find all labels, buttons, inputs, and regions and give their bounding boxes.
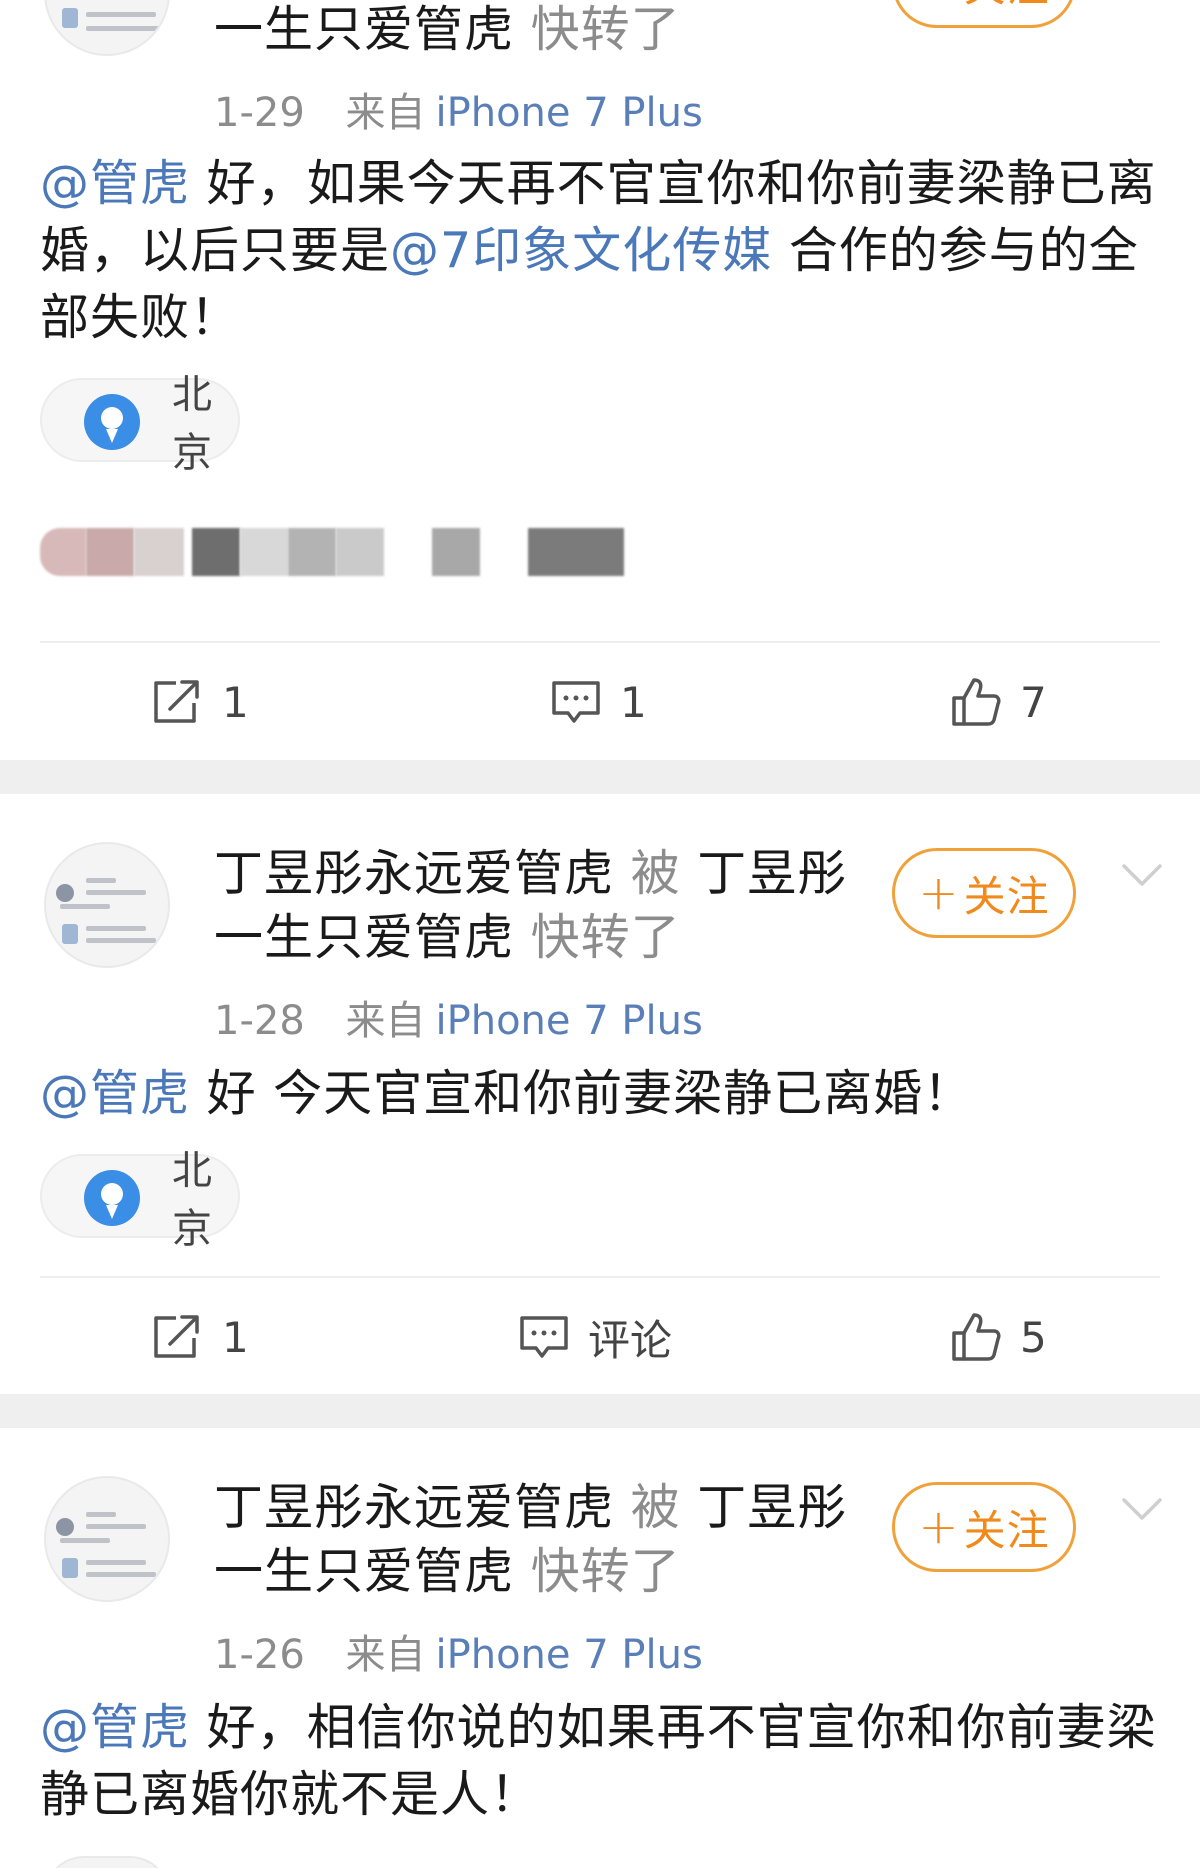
original-author-name-cont[interactable]: 一生只爱管虎	[214, 1543, 514, 1600]
post-text: @管虎 好，相信你说的如果再不官宣你和你前妻梁静已离婚你就不是人！	[40, 1699, 1157, 1823]
mention-link[interactable]: @管虎	[40, 155, 190, 212]
action-bar: 1 评论 5	[0, 1287, 1200, 1387]
like-icon	[952, 1313, 1001, 1361]
blurred-content	[40, 484, 1170, 604]
repost-action-text: 快转了	[530, 1543, 681, 1600]
device-link[interactable]: iPhone 7 Plus	[436, 998, 703, 1044]
repost-names-line-1: 丁昱彤永远爱管虎 被 丁昱彤	[214, 845, 848, 902]
original-author-name[interactable]: 丁昱彤	[697, 845, 847, 902]
post-card-1: 一生只爱管虎 快转了 + 关注 1-29 来自iPhone 7 Plus @管虎…	[0, 0, 1200, 760]
original-author-name[interactable]: 丁昱彤	[697, 1479, 847, 1536]
post-meta: 1-26 来自 iPhone 7 Plus	[214, 1622, 703, 1680]
mention-link[interactable]: @管虎	[40, 1699, 190, 1756]
location-pin-icon	[84, 394, 140, 450]
post-meta: 1-29 来自 iPhone 7 Plus	[214, 80, 703, 138]
repost-button[interactable]: 1	[150, 652, 249, 752]
reposter-name[interactable]: 一生只爱管虎	[214, 1, 514, 58]
location-pin-icon	[84, 1170, 140, 1226]
source-prefix: 来自	[345, 1632, 426, 1678]
follow-button[interactable]: + 关注	[892, 848, 1076, 938]
chevron-down-icon[interactable]	[1120, 854, 1164, 898]
post-date: 1-28	[214, 998, 305, 1044]
mention-link[interactable]: @管虎	[40, 1065, 190, 1122]
comment-button[interactable]: 1	[550, 652, 647, 752]
avatar[interactable]	[44, 0, 170, 56]
repost-names-line-2: 一生只爱管虎 快转了	[214, 1540, 681, 1604]
plus-icon: +	[918, 865, 960, 921]
reposter-name[interactable]: 丁昱彤永远爱管虎	[214, 845, 614, 902]
repost-names-line-1: 丁昱彤永远爱管虎 被 丁昱彤	[214, 1479, 848, 1536]
divider	[40, 1276, 1160, 1278]
reposter-name[interactable]: 丁昱彤永远爱管虎	[214, 1479, 614, 1536]
original-author-name-cont[interactable]: 一生只爱管虎	[214, 909, 514, 966]
chevron-down-icon[interactable]	[1120, 1488, 1164, 1532]
post-text: @管虎 好 今天官宣和你前妻梁静已离婚！	[40, 1065, 974, 1122]
repost-names-line-2: 一生只爱管虎 快转了	[214, 0, 681, 62]
mention-link[interactable]: @7印象文化传媒	[390, 222, 772, 279]
device-link[interactable]: iPhone 7 Plus	[436, 90, 703, 136]
device-link[interactable]: iPhone 7 Plus	[436, 1632, 703, 1678]
repost-icon	[154, 680, 199, 723]
repost-button[interactable]: 1	[150, 1287, 249, 1387]
repost-icon	[154, 1315, 199, 1358]
divider	[40, 641, 1160, 643]
plus-icon: +	[918, 1499, 960, 1555]
post-date: 1-26	[214, 1632, 305, 1678]
source-prefix: 来自	[345, 90, 426, 136]
location-tag[interactable]: 北京	[40, 1148, 240, 1252]
next-item-edge	[44, 1856, 170, 1868]
like-button[interactable]: 5	[950, 1287, 1047, 1387]
follow-button[interactable]: + 关注	[892, 0, 1076, 28]
source-prefix: 来自	[345, 998, 426, 1044]
post-separator	[0, 1394, 1200, 1428]
comment-icon	[520, 1316, 568, 1358]
post-text: @管虎 好，如果今天再不官宣你和你前妻梁静已离婚，以后只要是@7印象文化传媒 合…	[40, 155, 1157, 346]
like-button[interactable]: 7	[950, 652, 1047, 752]
like-icon	[952, 678, 1001, 726]
repost-action-text: 快转了	[530, 1, 681, 58]
post-separator	[0, 760, 1200, 794]
action-bar: 1 1 7	[0, 652, 1200, 752]
avatar[interactable]	[44, 1476, 170, 1602]
location-tag[interactable]: 北京	[40, 372, 240, 476]
follow-button[interactable]: + 关注	[892, 1482, 1076, 1572]
post-card-3: 丁昱彤永远爱管虎 被 丁昱彤 一生只爱管虎 快转了 + 关注 1-26 来自 iP…	[0, 1428, 1200, 1868]
post-date: 1-29	[214, 90, 305, 136]
comment-icon	[552, 681, 600, 723]
avatar[interactable]	[44, 842, 170, 968]
plus-icon: +	[918, 0, 959, 11]
post-meta: 1-28 来自 iPhone 7 Plus	[214, 988, 703, 1046]
repost-action-text: 快转了	[530, 909, 681, 966]
repost-names-line-2: 一生只爱管虎 快转了	[214, 906, 681, 970]
post-card-2: 丁昱彤永远爱管虎 被 丁昱彤 一生只爱管虎 快转了 + 关注 1-28 来自 iP…	[0, 794, 1200, 1394]
comment-button[interactable]: 评论	[518, 1287, 672, 1387]
